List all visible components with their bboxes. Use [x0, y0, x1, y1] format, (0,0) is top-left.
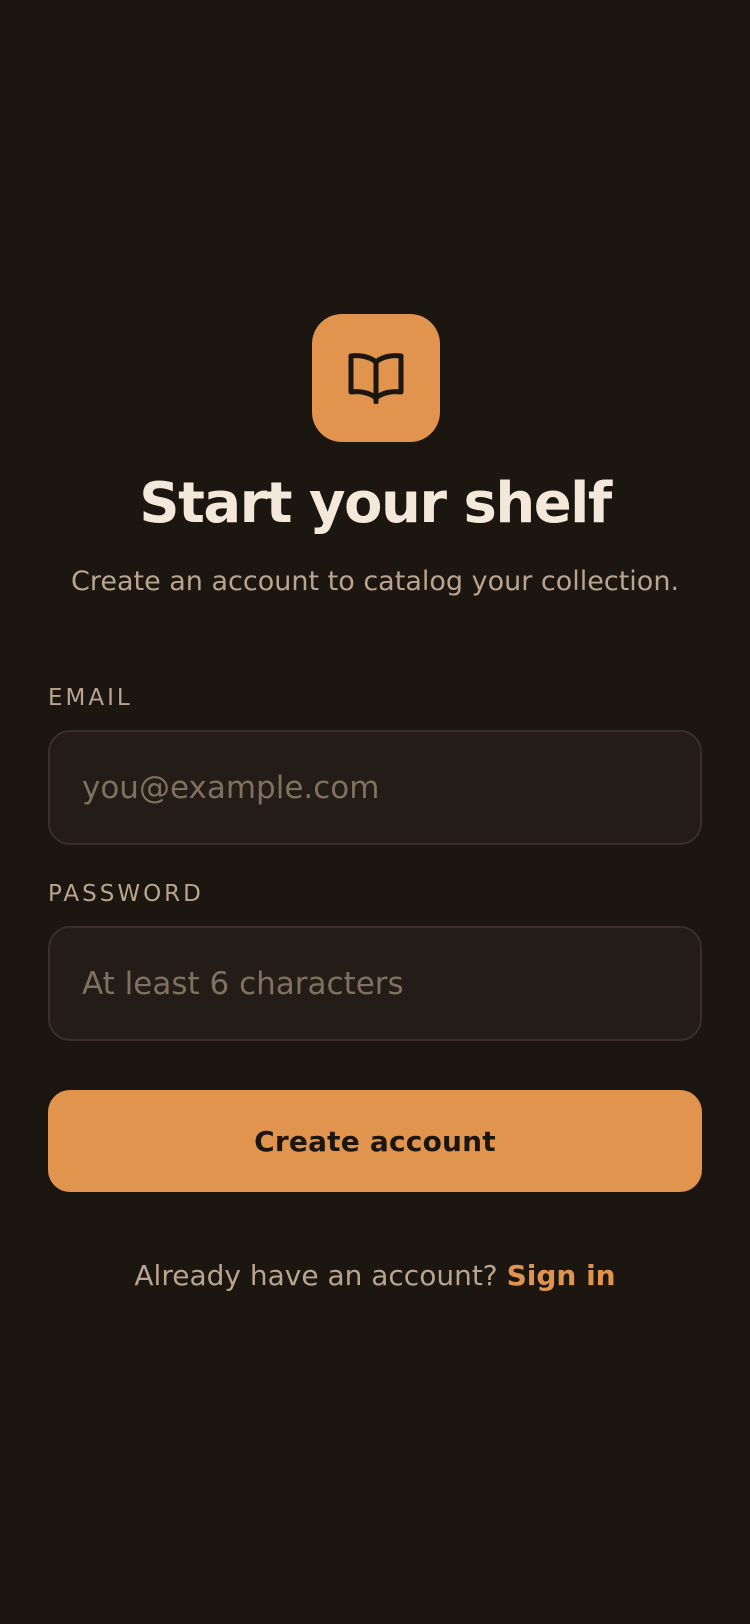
signup-screen: Start your shelf Create an account to ca…	[0, 0, 750, 1624]
email-field[interactable]	[48, 730, 702, 845]
password-label: PASSWORD	[48, 881, 204, 907]
page-subtitle: Create an account to catalog your collec…	[70, 566, 680, 597]
signin-prompt-text: Already have an account?	[134, 1259, 498, 1292]
open-book-icon	[347, 352, 405, 404]
app-logo	[312, 314, 440, 442]
email-label: EMAIL	[48, 685, 133, 711]
signin-prompt: Already have an account? Sign in	[0, 1256, 750, 1296]
password-field[interactable]	[48, 926, 702, 1041]
page-title: Start your shelf	[139, 471, 612, 536]
create-account-button[interactable]: Create account	[48, 1090, 702, 1192]
signin-link[interactable]: Sign in	[507, 1259, 616, 1292]
